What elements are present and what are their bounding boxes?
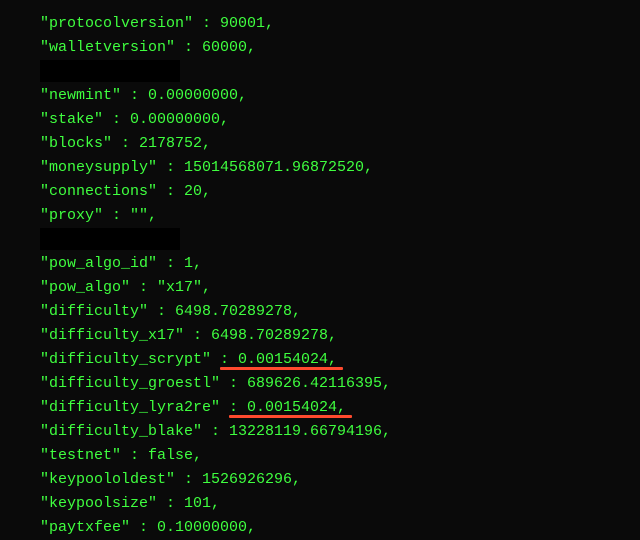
json-line: "paytxfee" : 0.10000000, xyxy=(40,516,640,540)
highlight-underline xyxy=(229,415,352,418)
json-line: "blocks" : 2178752, xyxy=(40,132,640,156)
json-line: "keypoololdest" : 1526926296, xyxy=(40,468,640,492)
json-line: "difficulty_scrypt" : 0.00154024, xyxy=(40,348,640,372)
json-line: "keypoolsize" : 101, xyxy=(40,492,640,516)
json-line: "protocolversion" : 90001, xyxy=(40,12,640,36)
terminal-output: "protocolversion" : 90001,"walletversion… xyxy=(40,12,640,540)
json-line: "newmint" : 0.00000000, xyxy=(40,84,640,108)
json-line: "connections" : 20, xyxy=(40,180,640,204)
json-line: "stake" : 0.00000000, xyxy=(40,108,640,132)
highlight-underline xyxy=(220,367,343,370)
json-line xyxy=(40,60,640,84)
json-line: "difficulty_groestl" : 689626.42116395, xyxy=(40,372,640,396)
json-line: "pow_algo" : "x17", xyxy=(40,276,640,300)
json-line: "walletversion" : 60000, xyxy=(40,36,640,60)
json-line: "pow_algo_id" : 1, xyxy=(40,252,640,276)
json-line: "difficulty_lyra2re" : 0.00154024, xyxy=(40,396,640,420)
json-line: "moneysupply" : 15014568071.96872520, xyxy=(40,156,640,180)
json-line: "difficulty_blake" : 13228119.66794196, xyxy=(40,420,640,444)
json-line: "testnet" : false, xyxy=(40,444,640,468)
json-line xyxy=(40,228,640,252)
json-line: "proxy" : "", xyxy=(40,204,640,228)
json-line: "difficulty_x17" : 6498.70289278, xyxy=(40,324,640,348)
json-line: "difficulty" : 6498.70289278, xyxy=(40,300,640,324)
